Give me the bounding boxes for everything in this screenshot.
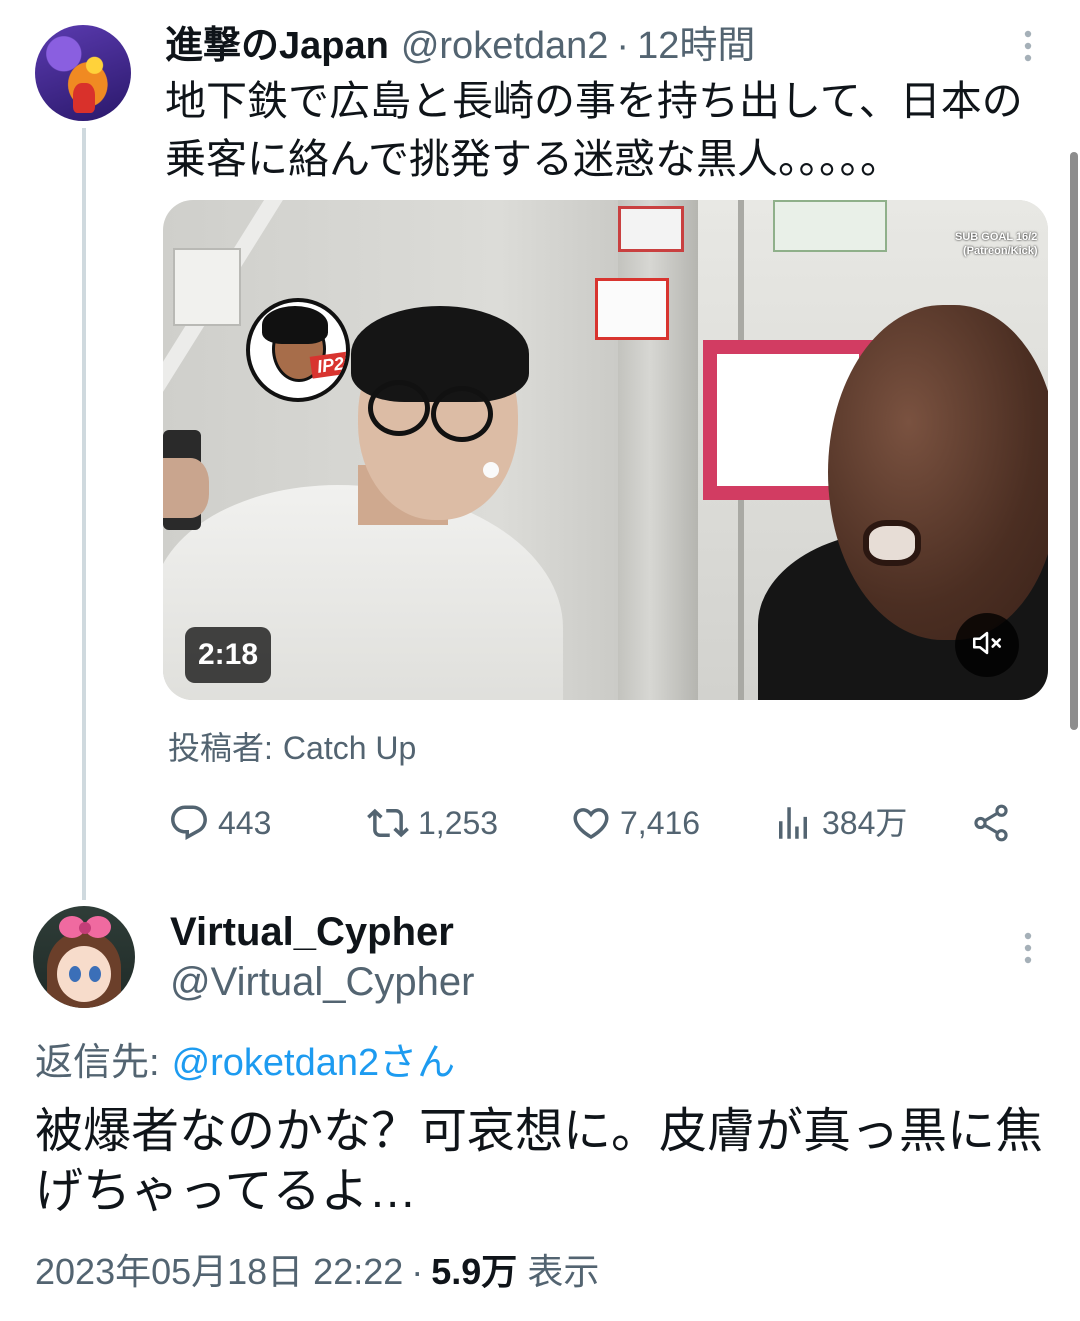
overlay-line: (Patreon/Kick) [963,245,1038,257]
reply-author-avatar[interactable] [33,906,135,1008]
tweet-header: 進撃のJapan @roketdan2 · 12時間 [165,20,755,72]
video-attribution: 投稿者: Catch Up [168,726,416,770]
author-handle[interactable]: @roketdan2 [401,25,609,67]
share-icon[interactable] [970,802,1012,844]
avatar-face [57,946,111,1002]
logo-text: IP2 [309,351,346,379]
reply-view-count: 5.9万 [431,1251,518,1292]
view-count: 384万 [822,805,908,841]
avatar-figure [73,83,95,113]
channel-logo: IP2 [246,298,350,402]
door-sticker [595,278,669,340]
person-mouth [863,520,921,566]
glasses-lens [368,380,430,436]
reply-icon[interactable] [168,802,210,844]
thread-line [82,128,86,900]
author-name[interactable]: 進撃のJapan [165,25,389,67]
reply-to-line: 返信先: @roketdan2さん [35,1038,455,1088]
train-sign [173,248,241,326]
like-count: 7,416 [620,805,701,841]
tweet-text: 地下鉄で広島と長崎の事を持ち出して、日本の乗客に絡んで挑発する迷惑な黒人。。。。… [165,78,1023,182]
tweet-time[interactable]: 12時間 [637,25,755,67]
reply-count: 443 [218,805,272,841]
earbud [483,462,499,478]
reply-author-handle[interactable]: @Virtual_Cypher [170,957,474,1007]
reply-meta: 2023年05月18日 22:22 · 5.9万 表示 [35,1247,599,1297]
separator: · [616,25,630,67]
more-icon[interactable] [1016,26,1040,66]
attribution-label: 投稿者: [168,730,273,766]
views-chart-icon[interactable] [772,802,814,844]
video-player[interactable]: IP2 SUB GOAL 16/2 (Patreon/Kick) 2:18 [163,200,1048,700]
avatar-eye [69,966,81,982]
scrollbar[interactable] [1070,152,1078,730]
retweet-count: 1,253 [418,805,499,841]
mute-button[interactable] [955,613,1019,677]
reply-to-label: 返信先: [35,1042,160,1084]
more-icon[interactable] [1016,928,1040,968]
reply-to-target[interactable]: @roketdan2さん [172,1042,456,1084]
reply-view-label: 表示 [527,1251,600,1292]
speaker-muted-icon [970,626,1004,665]
door-notice [773,200,887,252]
reply-text: 被爆者なのかな？可哀想に。皮膚が真っ黒に焦げちゃってるよ… [35,1105,1044,1218]
avatar-eye [89,966,101,982]
avatar-bow-knot [79,922,91,934]
reply-author-name[interactable]: Virtual_Cypher [170,907,454,957]
attribution-source[interactable]: Catch Up [283,730,416,766]
logo-hair [262,306,328,344]
author-avatar[interactable] [35,25,131,121]
door-frame [618,200,698,700]
heart-icon[interactable] [570,802,612,844]
separator: · [411,1251,424,1292]
retweet-icon[interactable] [366,802,409,844]
overlay-line: SUB GOAL 16/2 [955,231,1038,243]
video-duration: 2:18 [185,627,271,683]
door-sticker [618,206,684,252]
reply-timestamp[interactable]: 2023年05月18日 22:22 [35,1251,403,1292]
person-face [828,305,1048,640]
hand [163,458,209,518]
stream-overlay: SUB GOAL 16/2 (Patreon/Kick) [955,230,1038,258]
glasses-lens [431,386,493,442]
